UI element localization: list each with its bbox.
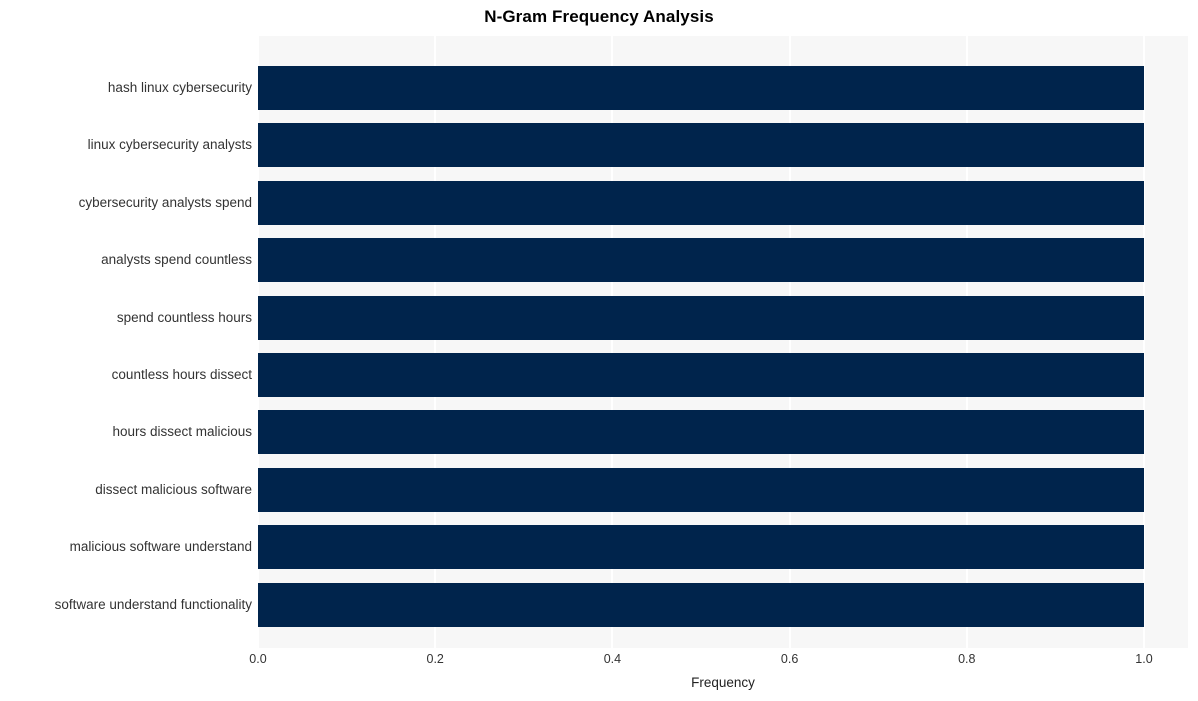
y-axis-tick-label: analysts spend countless — [101, 252, 252, 268]
bar — [258, 410, 1144, 455]
x-axis-tick-label: 0.0 — [249, 652, 267, 666]
y-axis-tick-label: hours dissect malicious — [112, 424, 252, 440]
bar — [258, 467, 1144, 512]
y-axis-tick-label: software understand functionality — [54, 596, 252, 612]
bar — [258, 295, 1144, 340]
y-axis-tick-label: spend countless hours — [116, 309, 252, 325]
x-axis-tick-labels: 0.0 0.2 0.4 0.6 0.8 1.0 — [249, 652, 1188, 672]
y-axis-tick-label: cybersecurity analysts spend — [78, 194, 252, 210]
x-axis-tick-label: 0.4 — [603, 652, 622, 666]
bar — [258, 180, 1144, 225]
bar — [258, 238, 1144, 283]
x-axis-tick-label: 0.2 — [426, 652, 444, 666]
x-axis-tick-label: 1.0 — [1135, 652, 1153, 666]
bar — [258, 123, 1144, 168]
bar — [258, 525, 1144, 570]
y-axis-tick-label: dissect malicious software — [95, 481, 252, 497]
chart-title: N-Gram Frequency Analysis — [484, 7, 714, 26]
y-axis-tick-label: hash linux cybersecurity — [107, 80, 252, 95]
y-axis-tick-label: countless hours dissect — [111, 367, 252, 382]
plot-area — [258, 36, 1188, 648]
ngram-frequency-chart: N-Gram Frequency Analysis hash linux cyb… — [0, 0, 1198, 701]
bar — [258, 582, 1144, 627]
x-axis-tick-label: 0.8 — [958, 652, 976, 666]
y-axis-tick-label: linux cybersecurity analysts — [87, 137, 252, 153]
y-axis-tick-label: malicious software understand — [69, 539, 252, 555]
bar — [258, 66, 1144, 110]
x-axis-tick-label: 0.6 — [780, 652, 799, 666]
x-axis-label: Frequency — [691, 675, 755, 690]
y-axis-tick-labels: hash linux cybersecurity linux cybersecur… — [0, 36, 252, 648]
bar — [258, 353, 1144, 397]
